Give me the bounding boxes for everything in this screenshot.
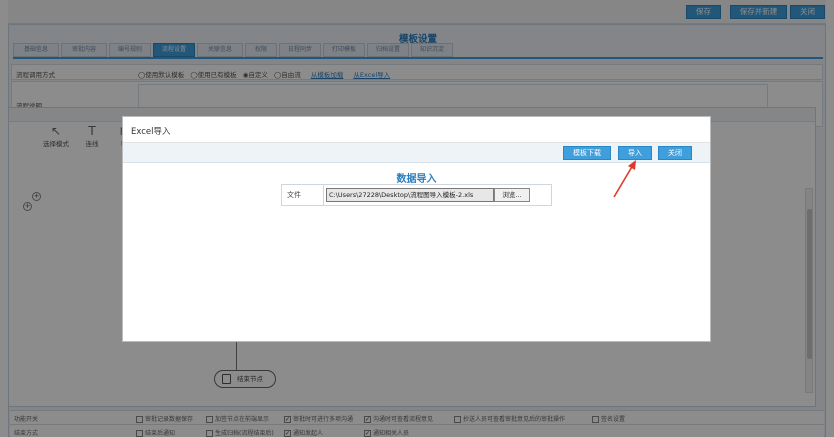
annotation-arrow-icon xyxy=(613,160,636,198)
